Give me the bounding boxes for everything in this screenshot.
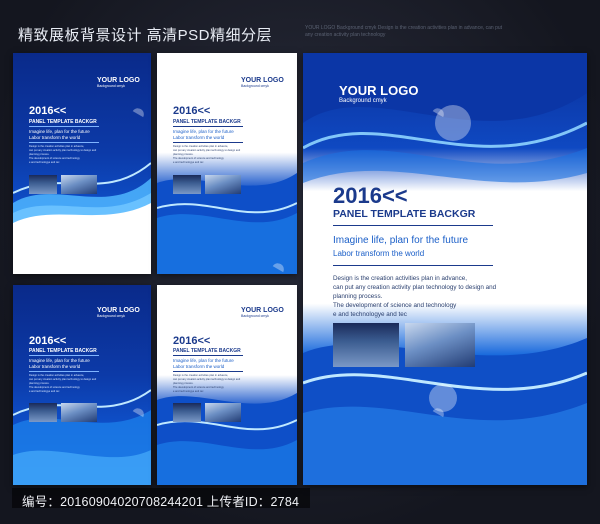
logo-subtitle: Background cmyk xyxy=(97,314,125,318)
year-heading: 2016<< xyxy=(333,183,408,208)
tagline-rule xyxy=(173,371,243,372)
title-rule xyxy=(29,126,99,127)
tagline-1: Imagine life, plan for the future xyxy=(29,129,90,134)
logo-subtitle: Background cmyk xyxy=(241,314,269,318)
tagline-1: Imagine life, plan for the future xyxy=(29,358,90,363)
body-line: planning process. xyxy=(333,293,383,300)
body-line: e and technologye and tec xyxy=(173,161,204,164)
city-photo-1 xyxy=(173,403,201,422)
panel-title: PANEL TEMPLATE BACKGR xyxy=(173,348,241,354)
body-line: e and technologye and tec xyxy=(29,161,60,164)
panel-title: PANEL TEMPLATE BACKGR xyxy=(173,119,241,125)
body-text: Design is the creation activities plan i… xyxy=(29,145,109,165)
body-line: e and technologye and tec xyxy=(173,390,204,393)
title-rule xyxy=(173,355,243,356)
logo-subtitle: Background cmyk xyxy=(339,98,387,104)
body-line: The development of science and technolog… xyxy=(333,302,457,309)
city-photo-1 xyxy=(333,323,399,367)
body-line: Design is the creation activities plan i… xyxy=(333,275,468,282)
tagline-2: Labor transform the world xyxy=(173,364,225,369)
panel-title: PANEL TEMPLATE BACKGR xyxy=(29,348,97,354)
panel-dark-top[interactable]: YOUR LOGO Background cmyk 2016<< PANEL T… xyxy=(13,53,151,274)
year-heading: 2016<< xyxy=(29,105,67,117)
tagline-rule xyxy=(173,142,243,143)
faint-banner-text: YOUR LOGO Background cmyk Design is the … xyxy=(305,25,503,38)
tagline-2: Labor transform the world xyxy=(333,249,425,258)
tagline-2: Labor transform the world xyxy=(29,135,81,140)
tagline-1: Imagine life, plan for the future xyxy=(333,235,469,246)
city-photo-1 xyxy=(29,403,57,422)
logo-text: YOUR LOGO xyxy=(97,77,140,84)
banner-title: 精致展板背景设计 高清PSD精细分层 xyxy=(18,27,273,44)
tagline-2: Labor transform the world xyxy=(29,364,81,369)
logo: YOUR LOGO Background cmyk xyxy=(241,307,284,318)
logo-text: YOUR LOGO xyxy=(97,307,140,314)
body-text: Design is the creation activities plan i… xyxy=(173,145,253,165)
year-heading: 2016<< xyxy=(173,105,211,117)
tagline-rule xyxy=(29,142,99,143)
tagline-rule xyxy=(333,265,493,266)
logo: YOUR LOGO Background cmyk xyxy=(97,77,140,88)
logo: YOUR LOGO Background cmyk xyxy=(241,77,284,88)
title-rule xyxy=(333,225,493,226)
body-text: Design is the creation activities plan i… xyxy=(173,374,253,394)
panel-light-bottom[interactable]: YOUR LOGO Background cmyk 2016<< PANEL T… xyxy=(157,285,297,485)
city-photo-2 xyxy=(61,403,97,422)
city-photo-2 xyxy=(205,403,241,422)
body-line: e and technologye and tec xyxy=(29,390,60,393)
title-rule xyxy=(29,355,99,356)
city-photo-2 xyxy=(61,175,97,194)
logo-text: YOUR LOGO xyxy=(241,77,284,84)
tagline-2: Labor transform the world xyxy=(173,135,225,140)
body-text: Design is the creation activities plan i… xyxy=(29,374,109,394)
city-photo-2 xyxy=(205,175,241,194)
city-photo-2 xyxy=(405,323,475,367)
tagline-1: Imagine life, plan for the future xyxy=(173,129,234,134)
year-heading: 2016<< xyxy=(173,335,211,347)
tagline-rule xyxy=(29,371,99,372)
tagline-1: Imagine life, plan for the future xyxy=(173,358,234,363)
body-line: e and technologye and tec xyxy=(333,311,407,318)
body-text: Design is the creation activities plan i… xyxy=(333,274,533,319)
panel-title: PANEL TEMPLATE BACKGR xyxy=(333,208,476,220)
title-rule xyxy=(173,126,243,127)
logo-subtitle: Background cmyk xyxy=(241,84,269,88)
year-heading: 2016<< xyxy=(29,335,67,347)
panel-dark-bottom[interactable]: YOUR LOGO Background cmyk 2016<< PANEL T… xyxy=(13,285,151,485)
logo-text: YOUR LOGO xyxy=(241,307,284,314)
city-photo-1 xyxy=(29,175,57,194)
body-line: can put any creation activity plan techn… xyxy=(333,284,497,291)
logo: YOUR LOGO Background cmyk xyxy=(97,307,140,318)
panel-light-top[interactable]: YOUR LOGO Background cmyk 2016<< PANEL T… xyxy=(157,53,297,274)
logo-subtitle: Background cmyk xyxy=(97,84,125,88)
panel-title: PANEL TEMPLATE BACKGR xyxy=(29,119,97,125)
footer-info: 编号：20160904020708244201 上传者ID：2784 xyxy=(22,495,300,509)
logo-text: YOUR LOGO xyxy=(339,83,419,98)
city-photo-1 xyxy=(173,175,201,194)
logo: YOUR LOGO Background cmyk xyxy=(339,83,418,104)
